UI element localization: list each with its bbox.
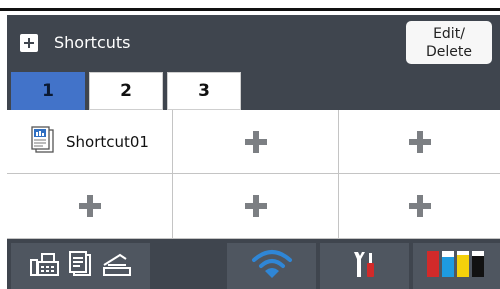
add-shortcut-cell-3[interactable] <box>339 110 500 174</box>
shortcut-cell-1[interactable]: Shortcut01 <box>7 110 173 174</box>
bottom-toolbar <box>7 239 500 289</box>
plus-icon <box>408 130 431 153</box>
add-shortcut-cell-2[interactable] <box>173 110 339 174</box>
fax-icon <box>29 251 60 281</box>
settings-button[interactable] <box>320 243 409 289</box>
edit-label: Edit/ <box>433 25 465 42</box>
top-divider <box>0 8 500 11</box>
tab-2[interactable]: 2 <box>89 72 163 110</box>
ink-cartridge-icon <box>425 249 489 283</box>
scan-to-document-icon <box>30 125 56 158</box>
tab-3[interactable]: 3 <box>167 72 241 110</box>
shortcuts-panel: Shortcuts Edit/ Delete 1 2 3 Shortcut01 <box>7 15 500 289</box>
shortcut-grid: Shortcut01 <box>7 110 500 239</box>
plus-icon <box>244 130 267 153</box>
plus-icon <box>408 195 431 217</box>
tools-icon <box>350 249 380 283</box>
fax-copy-scan-button[interactable] <box>11 243 150 289</box>
tab-1[interactable]: 1 <box>11 72 85 110</box>
add-shortcut-icon[interactable] <box>20 34 38 52</box>
plus-icon <box>78 195 101 217</box>
scan-icon <box>102 251 132 281</box>
ink-button[interactable] <box>413 243 500 289</box>
shortcut-label: Shortcut01 <box>66 132 149 151</box>
page-title: Shortcuts <box>54 33 131 52</box>
plus-icon <box>244 195 267 217</box>
copy-icon <box>68 251 94 281</box>
delete-label: Delete <box>426 43 472 60</box>
wifi-icon <box>250 248 294 284</box>
title-row: Shortcuts Edit/ Delete <box>7 15 500 71</box>
add-shortcut-cell-4[interactable] <box>7 174 173 239</box>
wifi-button[interactable] <box>227 243 316 289</box>
add-shortcut-cell-6[interactable] <box>339 174 500 239</box>
add-shortcut-cell-5[interactable] <box>173 174 339 239</box>
edit-delete-button[interactable]: Edit/ Delete <box>406 21 492 64</box>
